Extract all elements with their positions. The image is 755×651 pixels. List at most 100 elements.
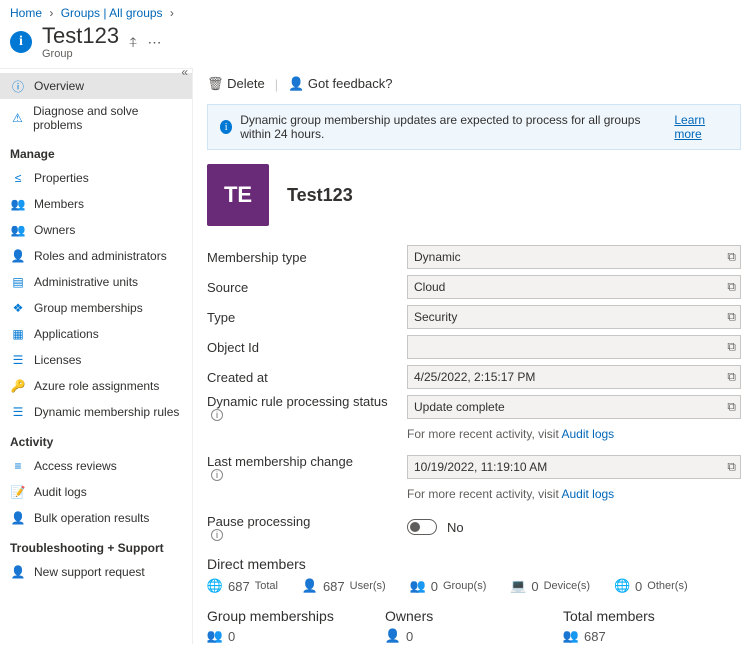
count-total[interactable]: 🌐687 Total: [207, 578, 278, 594]
page-subtitle: Group: [42, 48, 119, 60]
apps-icon: ▦: [10, 326, 26, 342]
user-icon: 👤: [302, 578, 318, 594]
group-memberships-icon: ❖: [10, 300, 26, 316]
group-name: Test123: [287, 185, 353, 206]
alert-learn-more[interactable]: Learn more: [674, 113, 728, 141]
wrench-icon: ⚠: [10, 110, 25, 126]
info-icon: i: [10, 31, 32, 53]
count-users[interactable]: 👤687 User(s): [302, 578, 386, 594]
info-alert: i Dynamic group membership updates are e…: [207, 104, 741, 150]
field-object-id: ⧉: [407, 335, 741, 359]
audit-logs-link[interactable]: Audit logs: [561, 427, 614, 441]
sidebar-item-label: Group memberships: [34, 301, 143, 315]
sidebar-item-label: Roles and administrators: [34, 249, 167, 263]
copy-icon[interactable]: ⧉: [727, 340, 736, 355]
sidebar-item-dynamic-rules[interactable]: ☰Dynamic membership rules: [0, 399, 192, 425]
pin-icon[interactable]: ⍏: [129, 34, 137, 51]
licenses-icon: ☰: [10, 352, 26, 368]
label-source: Source: [207, 280, 407, 295]
label-type: Type: [207, 310, 407, 325]
sidebar-item-label: Applications: [34, 327, 99, 341]
sidebar-item-support[interactable]: 👤 New support request: [0, 559, 192, 585]
rules-icon: ☰: [10, 404, 26, 420]
collapse-icon[interactable]: «: [181, 65, 188, 79]
sidebar-item-label: Licenses: [34, 353, 81, 367]
sidebar-item-label: Bulk operation results: [34, 511, 149, 525]
info-icon: i: [220, 120, 232, 134]
hint-rule-status: For more recent activity, visit Audit lo…: [407, 427, 614, 441]
sidebar-item-overview[interactable]: ⓘ Overview: [0, 73, 192, 99]
more-icon[interactable]: ⋯: [147, 34, 161, 51]
breadcrumb-groups[interactable]: Groups | All groups: [61, 6, 163, 20]
sidebar-item-label: Properties: [34, 171, 89, 185]
sidebar-item-label: New support request: [34, 565, 145, 579]
field-type: Security⧉: [407, 305, 741, 329]
sidebar-item-owners[interactable]: 👥Owners: [0, 217, 192, 243]
sidebar-item-access-reviews[interactable]: ≡Access reviews: [0, 453, 192, 479]
sidebar-item-label: Audit logs: [34, 485, 87, 499]
sidebar-heading-manage: Manage: [0, 137, 192, 165]
label-membership-type: Membership type: [207, 250, 407, 265]
sidebar-item-applications[interactable]: ▦ Applications: [0, 321, 192, 347]
info-tooltip-icon[interactable]: i: [211, 529, 223, 541]
sidebar-item-roles[interactable]: 👤Roles and administrators: [0, 243, 192, 269]
sidebar-item-licenses[interactable]: ☰ Licenses: [0, 347, 192, 373]
sidebar-item-diagnose[interactable]: ⚠ Diagnose and solve problems: [0, 99, 192, 137]
sidebar-item-properties[interactable]: ≤Properties: [0, 165, 192, 191]
summary-owners[interactable]: Owners 👤0: [385, 604, 563, 644]
info-tooltip-icon[interactable]: i: [211, 469, 223, 481]
info-tooltip-icon[interactable]: i: [211, 409, 223, 421]
sidebar-item-azure-role[interactable]: 🔑Azure role assignments: [0, 373, 192, 399]
support-icon: 👤: [10, 564, 26, 580]
count-devices[interactable]: 💻0 Device(s): [510, 578, 590, 594]
copy-icon[interactable]: ⧉: [727, 280, 736, 295]
sidebar-item-admin-units[interactable]: ▤Administrative units: [0, 269, 192, 295]
breadcrumb: Home › Groups | All groups ›: [0, 0, 755, 20]
copy-icon[interactable]: ⧉: [727, 460, 736, 475]
delete-button[interactable]: 🗑 Delete: [207, 76, 265, 92]
sidebar-item-group-memberships[interactable]: ❖ Group memberships: [0, 295, 192, 321]
summary-group-memberships[interactable]: Group memberships 👥0: [207, 604, 385, 644]
label-last-change: Last membership changei: [207, 454, 407, 481]
alert-text: Dynamic group membership updates are exp…: [240, 113, 666, 141]
copy-icon[interactable]: ⧉: [727, 370, 736, 385]
separator: |: [275, 77, 278, 92]
label-created-at: Created at: [207, 370, 407, 385]
field-membership-type: Dynamic⧉: [407, 245, 741, 269]
key-icon: 🔑: [10, 378, 26, 394]
device-icon: 💻: [510, 578, 526, 594]
chevron-right-icon: ›: [170, 6, 174, 20]
direct-members-heading: Direct members: [207, 556, 741, 572]
hint-last-change: For more recent activity, visit Audit lo…: [407, 487, 614, 501]
breadcrumb-home[interactable]: Home: [10, 6, 42, 20]
audit-logs-link[interactable]: Audit logs: [561, 487, 614, 501]
trash-icon: 🗑: [207, 76, 224, 91]
group-icon: 👥: [410, 578, 426, 594]
sidebar-item-members[interactable]: 👥Members: [0, 191, 192, 217]
label-pause: Pause processingi: [207, 514, 407, 541]
chevron-right-icon: ›: [49, 6, 53, 20]
copy-icon[interactable]: ⧉: [727, 310, 736, 325]
copy-icon[interactable]: ⧉: [727, 400, 736, 415]
page-title: Test123: [42, 24, 119, 48]
field-source: Cloud⧉: [407, 275, 741, 299]
sidebar-item-audit-logs[interactable]: 📝 Audit logs: [0, 479, 192, 505]
field-created-at: 4/25/2022, 2:15:17 PM⧉: [407, 365, 741, 389]
sidebar-item-bulk-results[interactable]: 👤 Bulk operation results: [0, 505, 192, 531]
sidebar-item-label: Access reviews: [34, 459, 117, 473]
group-icon: 👥: [207, 628, 223, 644]
sidebar-heading-activity: Activity: [0, 425, 192, 453]
count-others[interactable]: 🌐0 Other(s): [614, 578, 688, 594]
sidebar-heading-trouble: Troubleshooting + Support: [0, 531, 192, 559]
pause-toggle[interactable]: [407, 519, 437, 535]
count-groups[interactable]: 👥0 Group(s): [410, 578, 487, 594]
audit-icon: 📝: [10, 484, 26, 500]
sidebar-item-label: Members: [34, 197, 84, 211]
bulk-icon: 👤: [10, 510, 26, 526]
sidebar: « ⓘ Overview ⚠ Diagnose and solve proble…: [0, 68, 192, 644]
globe-icon: 🌐: [207, 578, 223, 594]
summary-total-members[interactable]: Total members 👥687: [563, 604, 741, 644]
feedback-button[interactable]: 👤 Got feedback?: [288, 76, 392, 92]
copy-icon[interactable]: ⧉: [727, 250, 736, 265]
members-icon: 👥: [563, 628, 579, 644]
